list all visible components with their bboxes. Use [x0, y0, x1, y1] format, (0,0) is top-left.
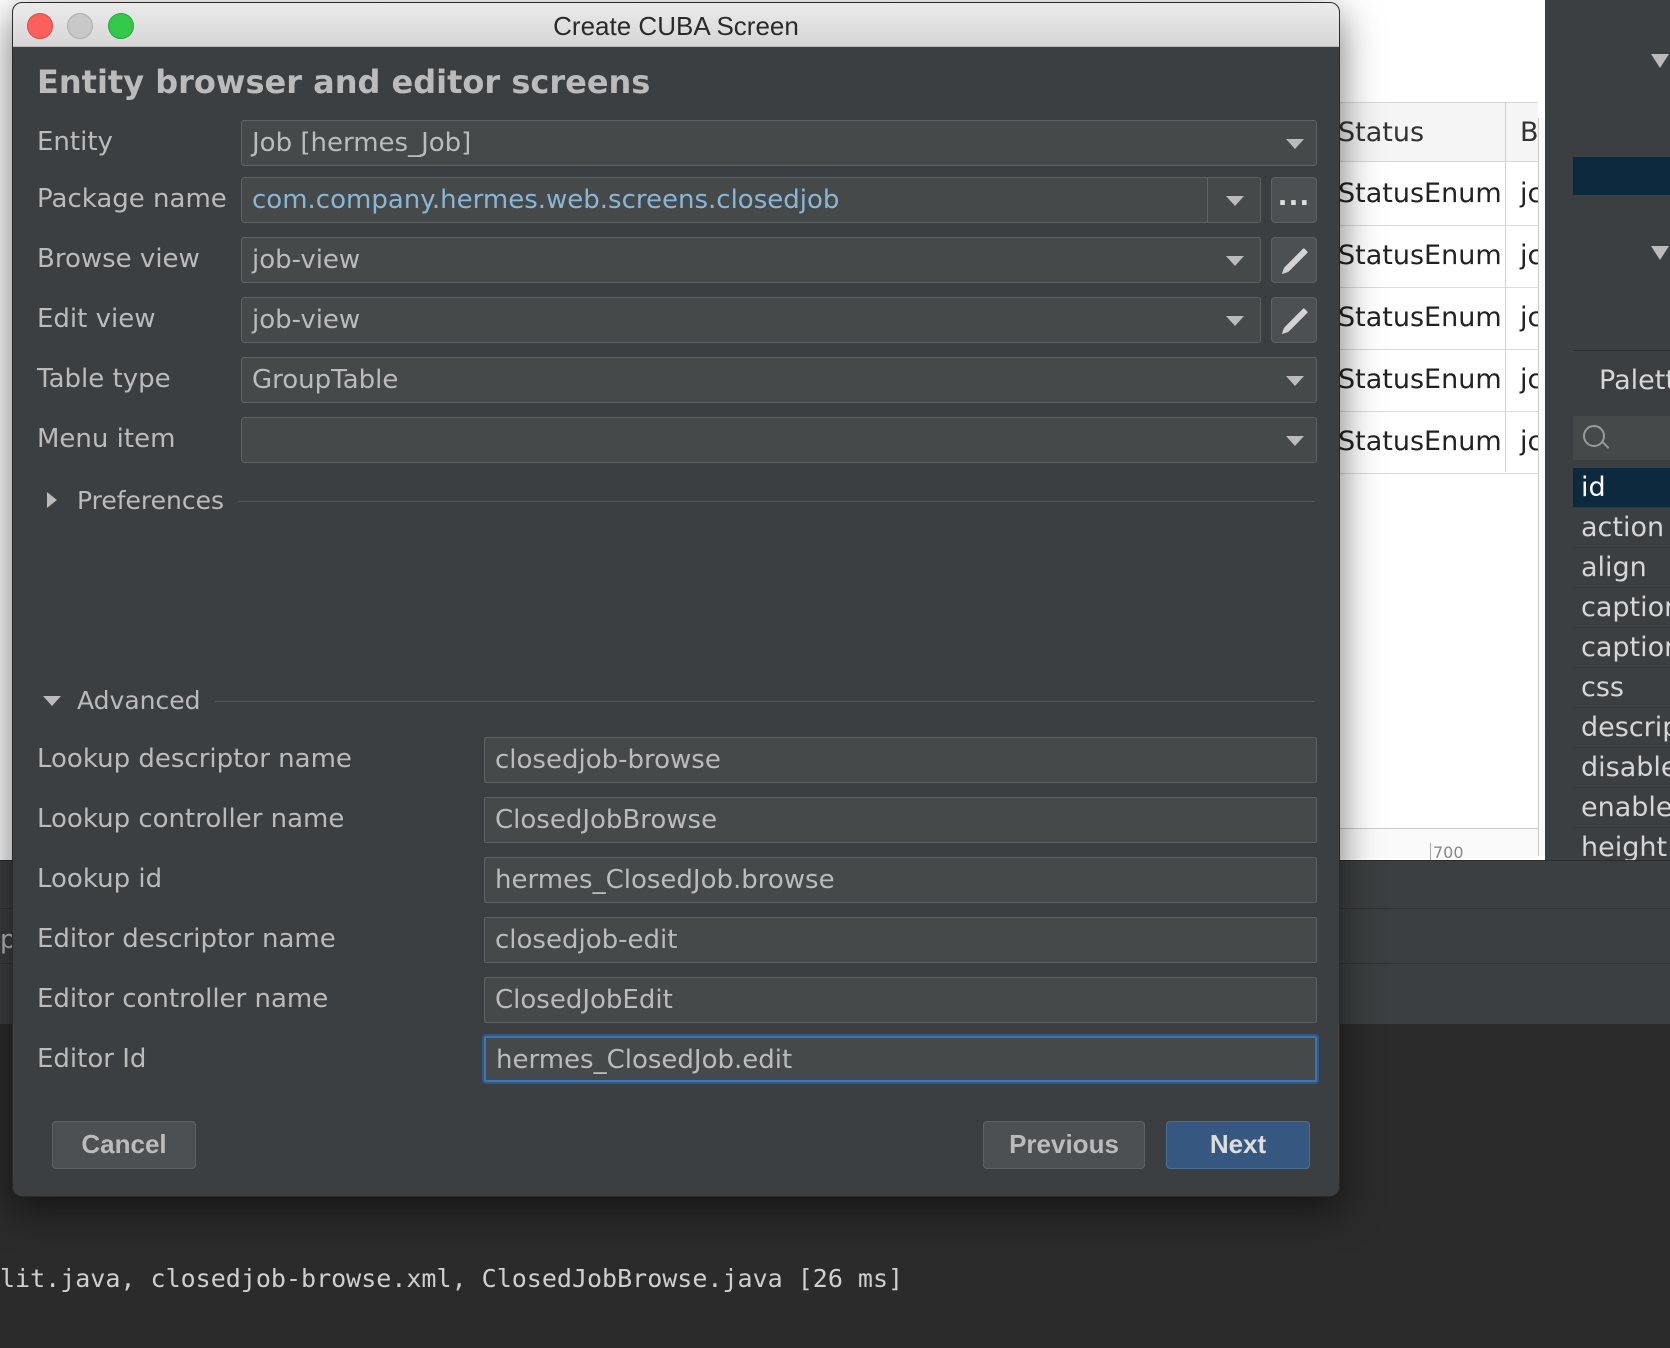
palette-title: Palett	[1599, 365, 1670, 396]
preferences-label: Preferences	[77, 486, 239, 515]
advanced-section-header[interactable]: Advanced	[37, 686, 1315, 716]
property-item[interactable]: descrip	[1573, 708, 1670, 748]
lookup-controller-name-field[interactable]: ClosedJobBrowse	[484, 797, 1317, 843]
hierarchy-selected-row[interactable]	[1573, 157, 1670, 195]
field-value: hermes_ClosedJob.browse	[495, 865, 835, 895]
entity-select[interactable]: Job [hermes_Job]	[241, 120, 1317, 166]
properties-list: id action align caption caption css desc…	[1573, 468, 1670, 868]
preview-table-row: StatusEnum jc	[1338, 164, 1542, 226]
editor-id-label: Editor Id	[37, 1044, 147, 1074]
editor-id-field[interactable]: hermes_ClosedJob.edit	[484, 1036, 1317, 1082]
preferences-section-header[interactable]: Preferences	[37, 486, 1315, 516]
edit-view-select[interactable]: job-view	[241, 297, 1261, 343]
browse-view-value: job-view	[252, 245, 361, 275]
section-separator	[77, 501, 1315, 502]
table-type-label: Table type	[37, 364, 171, 394]
field-value: closedjob-edit	[495, 925, 678, 955]
lookup-controller-name-label: Lookup controller name	[37, 804, 345, 834]
window-title: Create CUBA Screen	[553, 11, 799, 41]
property-item[interactable]: id	[1573, 468, 1670, 508]
entity-value: Job [hermes_Job]	[252, 128, 472, 158]
field-value: ClosedJobBrowse	[495, 805, 718, 835]
package-name-value: com.company.hermes.web.screens.closedjob	[252, 185, 840, 215]
editor-controller-name-field[interactable]: ClosedJobEdit	[484, 977, 1317, 1023]
package-name-combo[interactable]: com.company.hermes.web.screens.closedjob	[241, 177, 1261, 223]
lookup-descriptor-name-field[interactable]: closedjob-browse	[484, 737, 1317, 783]
expand-arrow-icon[interactable]	[1651, 54, 1669, 68]
edit-view-value: job-view	[252, 305, 361, 335]
property-item[interactable]: css	[1573, 668, 1670, 708]
table-type-select[interactable]: GroupTable	[241, 357, 1317, 403]
editor-controller-name-label: Editor controller name	[37, 984, 329, 1014]
property-item[interactable]: action	[1573, 508, 1670, 548]
field-value: closedjob-browse	[495, 745, 721, 775]
browse-package-button[interactable]: ...	[1271, 177, 1317, 223]
property-item[interactable]: enable	[1573, 788, 1670, 828]
property-item[interactable]: caption	[1573, 588, 1670, 628]
editor-descriptor-name-field[interactable]: closedjob-edit	[484, 917, 1317, 963]
preview-cell: StatusEnum	[1338, 426, 1502, 457]
preview-cell: StatusEnum	[1338, 178, 1502, 209]
console-output-line: lit.java, closedjob-browse.xml, ClosedJo…	[0, 1264, 904, 1293]
chevron-down-icon	[1226, 316, 1244, 326]
preview-column-status: Status	[1338, 117, 1425, 148]
next-button[interactable]: Next	[1166, 1121, 1310, 1169]
preview-table-row: StatusEnum jc	[1338, 350, 1542, 412]
dialog-heading: Entity browser and editor screens	[37, 63, 651, 101]
lookup-id-label: Lookup id	[37, 864, 163, 894]
preview-cell: StatusEnum	[1338, 364, 1502, 395]
preview-column-b: B	[1520, 117, 1539, 148]
combo-divider	[1207, 178, 1208, 222]
pencil-icon	[1283, 307, 1309, 333]
right-side-panel: Palett id action align caption caption c…	[1573, 0, 1670, 868]
palette-search-field[interactable]	[1573, 416, 1670, 460]
pencil-icon	[1283, 247, 1309, 273]
menu-item-label: Menu item	[37, 424, 176, 454]
chevron-down-icon	[1286, 139, 1304, 149]
advanced-label: Advanced	[77, 686, 215, 715]
lookup-descriptor-name-label: Lookup descriptor name	[37, 744, 352, 774]
chevron-down-icon	[43, 696, 61, 706]
browse-view-select[interactable]: job-view	[241, 237, 1261, 283]
expand-arrow-icon[interactable]	[1651, 246, 1669, 260]
preview-table-row: StatusEnum jc	[1338, 226, 1542, 288]
create-cuba-screen-dialog: Create CUBA Screen Entity browser and ed…	[12, 2, 1340, 1197]
preview-table-row: StatusEnum jc	[1338, 412, 1542, 474]
preview-cell: StatusEnum	[1338, 240, 1502, 271]
property-item[interactable]: align	[1573, 548, 1670, 588]
preview-table-row: StatusEnum jc	[1338, 288, 1542, 350]
field-value: hermes_ClosedJob.edit	[496, 1045, 793, 1075]
lookup-id-field[interactable]: hermes_ClosedJob.browse	[484, 857, 1317, 903]
dialog-titlebar: Create CUBA Screen	[13, 3, 1339, 47]
chevron-down-icon	[1286, 376, 1304, 386]
preview-table-header: Status B	[1338, 102, 1539, 162]
previous-button[interactable]: Previous	[983, 1121, 1145, 1169]
preview-cell: StatusEnum	[1338, 302, 1502, 333]
horizontal-ruler: 700	[1338, 828, 1538, 862]
editor-descriptor-name-label: Editor descriptor name	[37, 924, 336, 954]
cancel-button[interactable]: Cancel	[52, 1121, 196, 1169]
entity-label: Entity	[37, 127, 113, 157]
property-item[interactable]: disable	[1573, 748, 1670, 788]
package-name-label: Package name	[37, 184, 227, 214]
section-separator	[77, 701, 1315, 702]
table-type-value: GroupTable	[252, 365, 399, 395]
palette-header: Palett	[1573, 350, 1670, 408]
chevron-down-icon[interactable]	[1226, 196, 1244, 206]
browse-view-label: Browse view	[37, 244, 200, 274]
chevron-down-icon	[1226, 256, 1244, 266]
property-item[interactable]: caption	[1573, 628, 1670, 668]
designer-gutter	[1545, 0, 1573, 860]
field-value: ClosedJobEdit	[495, 985, 673, 1015]
chevron-down-icon	[1286, 436, 1304, 446]
edit-browse-view-button[interactable]	[1271, 237, 1317, 283]
ellipsis-label: ...	[1277, 182, 1311, 212]
chevron-right-icon	[47, 492, 57, 508]
edit-view-label: Edit view	[37, 304, 156, 334]
edit-edit-view-button[interactable]	[1271, 297, 1317, 343]
search-icon	[1583, 425, 1605, 447]
menu-item-select[interactable]	[241, 417, 1317, 463]
